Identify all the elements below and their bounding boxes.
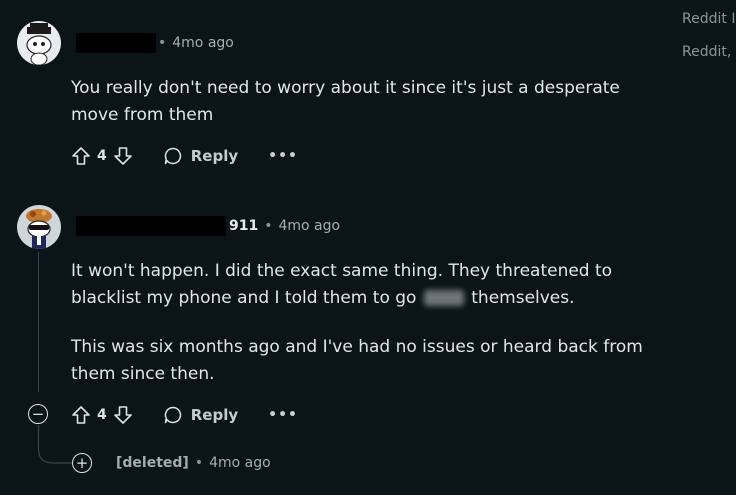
comment-bubble-icon [164, 406, 181, 424]
comment-actions: 4 Reply ••• [71, 403, 298, 427]
meta-separator: • [264, 218, 273, 234]
vote-group: 4 [71, 146, 133, 166]
reply-label: Reply [190, 406, 239, 424]
comment-text-line: blacklist my phone and I told them to go… [71, 288, 575, 308]
reply-button[interactable]: Reply [163, 146, 238, 166]
redacted-username [76, 216, 226, 236]
comment-bubble-icon [164, 147, 181, 165]
expand-thread-button[interactable]: + [72, 453, 92, 473]
vote-count: 4 [97, 148, 107, 164]
snoo-avatar-icon [17, 205, 61, 249]
comment-body: It won't happen. I did the exact same th… [71, 258, 671, 388]
reply-connector-line [37, 425, 73, 464]
comment-text-line: This was six months ago and I've had no … [71, 337, 643, 357]
meta-separator: • [194, 455, 204, 471]
comment-body: You really don't need to worry about it … [71, 75, 661, 129]
upvote-icon[interactable] [71, 146, 91, 166]
comment-text-line: them since then. [71, 364, 215, 384]
avatar[interactable] [17, 205, 61, 249]
more-options-button[interactable]: ••• [268, 148, 298, 164]
snoo-avatar-icon [17, 21, 61, 65]
downvote-icon[interactable] [113, 405, 133, 425]
reply-button[interactable]: Reply [163, 405, 238, 425]
upvote-icon[interactable] [71, 405, 91, 425]
sidebar-text-2: Reddit, [682, 44, 732, 60]
sidebar-text-1: Reddit I [682, 11, 736, 27]
redacted-username [76, 33, 156, 53]
expand-icon: + [75, 453, 89, 472]
comment-text-line: You really don't need to worry about it … [71, 78, 620, 98]
vote-count: 4 [97, 407, 107, 423]
collapse-thread-button[interactable]: − [28, 404, 48, 424]
thread-line[interactable] [38, 252, 39, 392]
downvote-icon[interactable] [113, 146, 133, 166]
comment-text-line: It won't happen. I did the exact same th… [71, 261, 613, 281]
collapse-icon: − [31, 404, 45, 423]
reply-label: Reply [190, 147, 239, 165]
comment-timestamp[interactable]: 4mo ago [172, 35, 234, 51]
comment-meta: • 4mo ago [152, 35, 234, 51]
vote-group: 4 [71, 405, 133, 425]
blurred-word [423, 290, 464, 306]
comment-meta: 911 • 4mo ago [229, 218, 340, 234]
comment-timestamp[interactable]: 4mo ago [209, 455, 271, 471]
meta-separator: • [158, 35, 167, 51]
comment-text-line: move from them [71, 105, 214, 125]
username[interactable]: 911 [229, 218, 258, 234]
more-options-button[interactable]: ••• [268, 407, 298, 423]
comment-actions: 4 Reply ••• [71, 144, 298, 168]
comment-timestamp[interactable]: 4mo ago [279, 218, 341, 234]
avatar[interactable] [17, 21, 61, 65]
deleted-comment-meta: [deleted] • 4mo ago [116, 455, 271, 471]
deleted-author: [deleted] [116, 455, 189, 471]
